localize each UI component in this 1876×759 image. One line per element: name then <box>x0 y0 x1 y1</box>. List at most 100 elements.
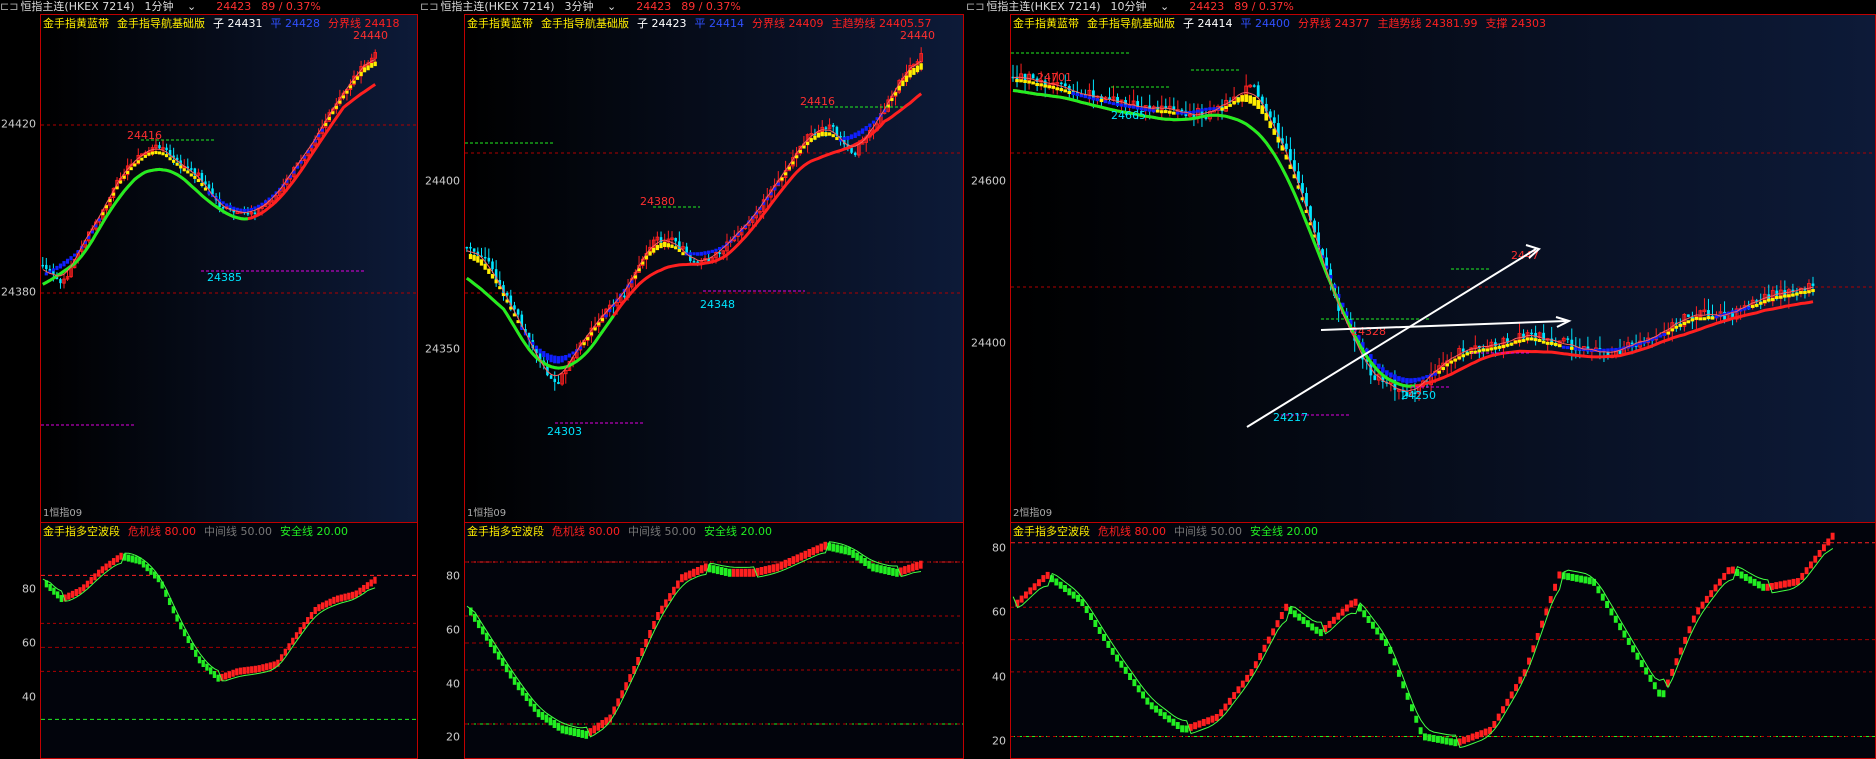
oscillator-block <box>568 727 573 736</box>
candle-down <box>59 279 62 284</box>
oscillator-block <box>82 584 86 592</box>
legend-item[interactable]: 危机线 80.00 <box>1098 525 1166 538</box>
legend-item[interactable]: 中间线 50.00 <box>204 525 272 538</box>
oscillator-block <box>223 672 228 680</box>
trend-band-block <box>1545 341 1550 345</box>
legend-item[interactable]: 平 24428 <box>271 17 321 30</box>
symbol-label[interactable]: 恒指主连(HKEX 7214) <box>986 0 1100 13</box>
trend-band-block <box>1750 304 1755 308</box>
legend-item[interactable]: 危机线 80.00 <box>552 525 620 538</box>
period-dropdown[interactable]: 10分钟 ⌄ <box>1110 0 1179 13</box>
legend-item[interactable]: 平 24400 <box>1241 17 1291 30</box>
legend-item[interactable]: 金手指黄蓝带 <box>467 17 533 30</box>
oscillator-chart[interactable]: 金手指多空波段 危机线 80.00 中间线 50.00 安全线 20.00 <box>40 522 418 759</box>
legend-item[interactable]: 平 24414 <box>695 17 745 30</box>
trend-band-block <box>1465 352 1470 356</box>
oscillator-background <box>41 523 417 758</box>
oscillator-block <box>194 649 198 657</box>
legend-item[interactable]: 分界线 24418 <box>328 17 400 30</box>
trend-band-block <box>604 314 608 318</box>
period-dropdown[interactable]: 3分钟 ⌄ <box>564 0 626 13</box>
symbol-label[interactable]: 恒指主连(HKEX 7214) <box>20 0 134 13</box>
legend-item[interactable]: 金手指多空波段 <box>1013 525 1090 538</box>
legend-item[interactable]: 金手指多空波段 <box>43 525 120 538</box>
trend-band-block <box>1457 356 1462 360</box>
oscillator-block <box>592 725 597 734</box>
price-change: 89 / 0.37% <box>261 0 321 13</box>
candlestick-chart[interactable]: 24440 24416 24380 24348 24303 <box>465 15 963 523</box>
trend-band-block <box>1083 95 1088 99</box>
oscillator-block <box>1297 613 1302 621</box>
candle-down <box>853 152 857 156</box>
oscillator-block <box>680 574 684 583</box>
legend-item[interactable]: 支撑 24303 <box>1485 17 1546 30</box>
oscillator-chart[interactable]: 金手指多空波段 危机线 80.00 中间线 50.00 安全线 20.00 <box>464 522 964 759</box>
main-chart[interactable]: 金手指黄蓝带 金手指导航基础版子 24431 平 24428 分界线 24418 24… <box>40 14 418 524</box>
legend-item[interactable]: 安全线 20.00 <box>280 525 348 538</box>
oscillator-block <box>242 667 246 675</box>
y-tick: 24400 <box>971 336 1006 350</box>
candle-down <box>165 147 168 150</box>
candle-down <box>1092 90 1095 99</box>
legend-item[interactable]: 金手指多空波段 <box>467 525 544 538</box>
main-chart[interactable]: 金手指黄蓝带 金手指导航基础版子 24423 平 24414 分界线 24409 主趋势… <box>464 14 964 524</box>
oscillator-plot[interactable] <box>41 523 417 758</box>
legend-item[interactable]: 金手指导航基础版 <box>117 17 205 30</box>
oscillator-block <box>298 627 302 635</box>
period-dropdown[interactable]: 1分钟 ⌄ <box>144 0 206 13</box>
candle-down <box>718 252 721 254</box>
oscillator-block <box>572 728 577 737</box>
oscillator-block <box>1132 679 1137 687</box>
legend-item[interactable]: 金手指导航基础版 <box>1087 17 1175 30</box>
legend-item[interactable]: 分界线 24377 <box>1298 17 1370 30</box>
oscillator-block <box>1037 579 1041 587</box>
oscillator-block <box>875 564 879 573</box>
candlestick-chart[interactable]: 24701246652432824250242172447 <box>1011 15 1875 523</box>
indicator-legend: 金手指黄蓝带 金手指导航基础版子 24431 平 24428 分界线 24418 <box>43 17 408 30</box>
legend-item[interactable]: 安全线 20.00 <box>1250 525 1318 538</box>
trend-band-block <box>1417 377 1421 382</box>
oscillator-block <box>238 667 243 675</box>
trend-band-block <box>1107 101 1112 105</box>
legend-item[interactable]: 主趋势线 24405.57 <box>832 17 932 30</box>
oscillator-chart[interactable]: 金手指多空波段 危机线 80.00 中间线 50.00 安全线 20.00 <box>1010 522 1876 759</box>
legend-item[interactable]: 中间线 50.00 <box>628 525 696 538</box>
window-icon[interactable]: ⊏⊐ <box>0 0 18 13</box>
oscillator-block <box>879 565 883 574</box>
legend-item[interactable]: 金手指导航基础版 <box>541 17 629 30</box>
oscillator-block <box>1197 720 1202 728</box>
legend-item[interactable]: 主趋势线 24381.99 <box>1378 17 1478 30</box>
legend-item[interactable]: 金手指黄蓝带 <box>1013 17 1079 30</box>
candle-down <box>553 378 557 383</box>
legend-item[interactable]: 子 24423 <box>637 17 687 30</box>
candle-down <box>1566 338 1570 340</box>
trend-band-block <box>1244 94 1248 102</box>
legend-item[interactable]: 中间线 50.00 <box>1174 525 1242 538</box>
oscillator-block <box>711 565 716 574</box>
trend-band-block <box>133 163 137 167</box>
trend-band-block <box>136 160 140 164</box>
window-icon[interactable]: ⊏⊐ <box>420 0 438 13</box>
trend-band-block <box>1087 96 1092 100</box>
candle-down <box>1256 85 1260 97</box>
legend-item[interactable]: 子 24414 <box>1183 17 1233 30</box>
main-chart[interactable]: 金手指黄蓝带 金手指导航基础版子 24414 平 24400 分界线 24377 主趋势… <box>1010 14 1876 524</box>
oscillator-plot[interactable] <box>465 523 963 758</box>
oscillator-block <box>1661 690 1666 698</box>
oscillator-block <box>1284 603 1289 611</box>
trend-band-block <box>490 273 495 279</box>
oscillator-block <box>1639 660 1644 668</box>
legend-item[interactable]: 金手指黄蓝带 <box>43 17 109 30</box>
window-icon[interactable]: ⊏⊐ <box>966 0 984 13</box>
oscillator-block <box>227 671 232 679</box>
legend-item[interactable]: 分界线 24409 <box>752 17 824 30</box>
legend-item[interactable]: 危机线 80.00 <box>128 525 196 538</box>
oscillator-plot[interactable] <box>1011 523 1875 758</box>
symbol-label[interactable]: 恒指主连(HKEX 7214) <box>440 0 554 13</box>
candlestick-chart[interactable]: 24440 24416 24385 <box>41 15 417 523</box>
trend-band-block <box>809 138 813 142</box>
legend-item[interactable]: 安全线 20.00 <box>704 525 772 538</box>
trend-band-block <box>122 175 126 179</box>
trend-band-block <box>1051 85 1056 89</box>
legend-item[interactable]: 子 24431 <box>213 17 263 30</box>
